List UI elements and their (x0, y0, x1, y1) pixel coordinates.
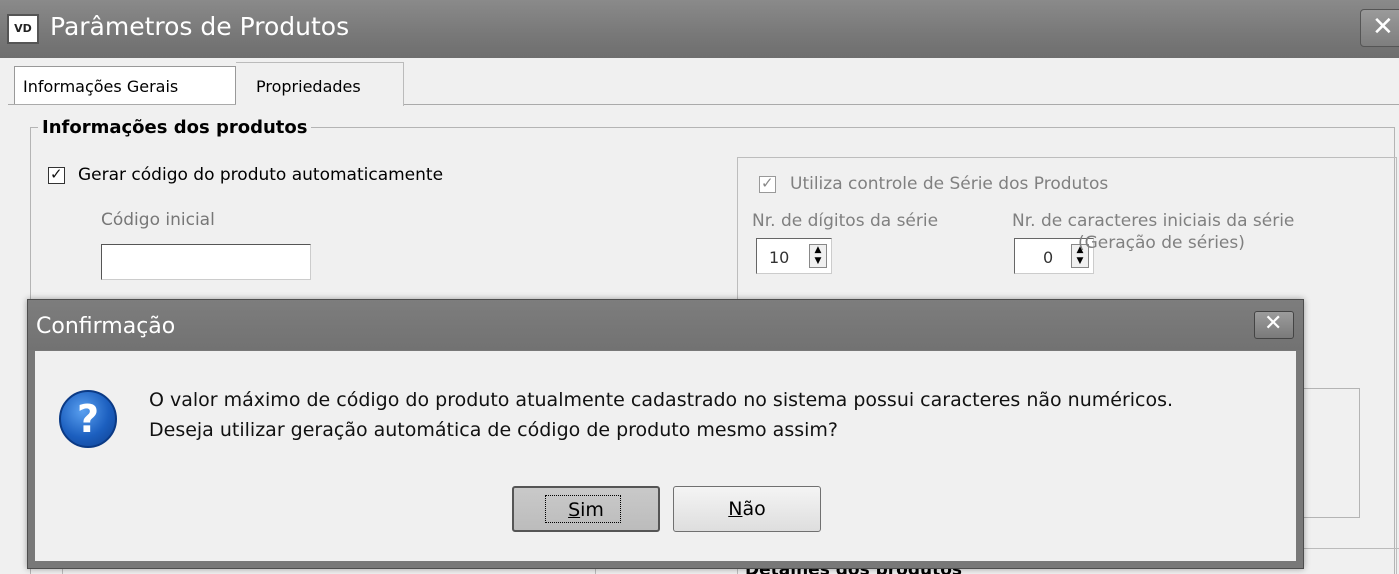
series-digits-label: Nr. de dígitos da série (752, 211, 939, 231)
group-legend: Informações dos produtos (38, 117, 312, 138)
tab-label: Informações Gerais (23, 77, 179, 96)
spinner-value: 10 (769, 248, 790, 267)
close-icon: ✕ (1372, 12, 1394, 42)
dialog-title-bar[interactable]: Confirmação ✕ (28, 300, 1303, 350)
tab-propriedades[interactable]: Propriedades (236, 62, 404, 106)
confirmation-dialog: Confirmação ✕ ? O valor máximo de código… (27, 299, 1304, 569)
series-initial-chars-label: Nr. de caracteres iniciais da série (1012, 211, 1295, 231)
spinner-arrows-icon[interactable]: ▲ ▼ (809, 244, 827, 268)
no-mnemonic: N (728, 498, 743, 520)
dialog-close-button[interactable]: ✕ (1254, 311, 1294, 339)
yes-mnemonic: S (568, 499, 581, 521)
dialog-message-line2: Deseja utilizar geração automática de có… (149, 419, 838, 441)
window-close-button[interactable]: ✕ (1360, 9, 1399, 47)
series-control-checkbox[interactable] (759, 174, 776, 193)
close-icon: ✕ (1264, 311, 1283, 336)
window-title: Parâmetros de Produtos (50, 12, 350, 41)
initial-code-input[interactable] (101, 244, 311, 280)
tab-label: Propriedades (256, 77, 361, 96)
yes-label-rest: im (580, 499, 604, 521)
initial-code-label: Código inicial (101, 210, 215, 230)
app-icon: VD (7, 14, 39, 44)
dialog-title: Confirmação (36, 314, 176, 339)
yes-button[interactable]: Sim (512, 486, 660, 532)
dialog-body: ? O valor máximo de código do produto at… (35, 351, 1296, 561)
app-icon-text: VD (14, 22, 32, 35)
series-digits-spinner[interactable]: 10 ▲ ▼ (756, 238, 832, 274)
series-generation-label: (Geração de séries) (1078, 233, 1245, 253)
gen-code-label[interactable]: Gerar código do produto automaticamente (78, 165, 443, 185)
no-label-rest: ão (742, 498, 766, 520)
spinner-value: 0 (1043, 248, 1054, 267)
series-control-label: Utiliza controle de Série dos Produtos (790, 174, 1109, 194)
question-icon: ? (59, 390, 117, 448)
gen-code-checkbox[interactable] (48, 165, 65, 184)
window-title-bar[interactable]: VD Parâmetros de Produtos ✕ (0, 0, 1399, 58)
no-button[interactable]: Não (673, 486, 821, 532)
tab-informacoes-gerais[interactable]: Informações Gerais (14, 66, 236, 104)
dialog-message-line1: O valor máximo de código do produto atua… (149, 389, 1174, 411)
